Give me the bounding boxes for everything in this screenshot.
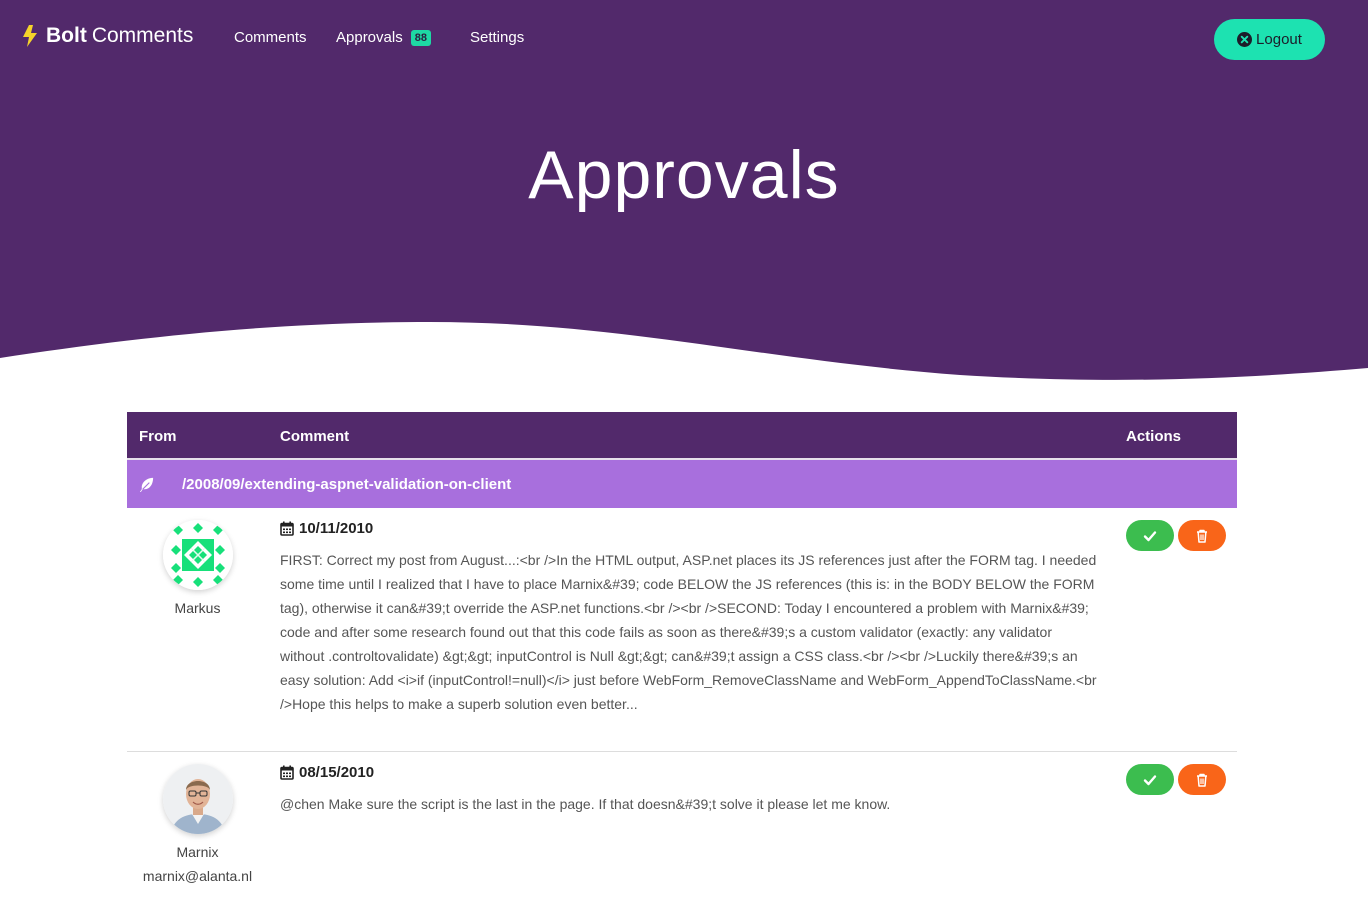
- delete-button[interactable]: [1178, 520, 1226, 551]
- bolt-icon: [23, 25, 37, 47]
- column-header-from: From: [139, 428, 177, 445]
- column-header-comment: Comment: [280, 428, 350, 445]
- trash-icon: [1197, 773, 1207, 787]
- comment-date: 08/15/2010: [280, 764, 374, 781]
- nav-comments[interactable]: Comments: [234, 29, 307, 46]
- author-name: Markus: [174, 600, 221, 616]
- table-row: Marnix marnix@alanta.nl 08/15/2010 @chen…: [127, 752, 1237, 900]
- check-icon: [1143, 530, 1157, 541]
- table-row: Markus 10/11/2010 FIRST: Correct my post…: [127, 508, 1237, 752]
- approvals-count-badge: 88: [410, 30, 431, 46]
- times-circle-icon: [1237, 32, 1253, 47]
- nav-approvals[interactable]: Approvals 88: [336, 29, 431, 47]
- calendar-icon: [280, 521, 294, 536]
- nav-approvals-label: Approvals: [336, 29, 403, 46]
- author-email: marnix@alanta.nl: [142, 868, 253, 884]
- comment-text: FIRST: Correct my post from August...:<b…: [280, 552, 1097, 712]
- approve-button[interactable]: [1126, 764, 1174, 795]
- brand-logo[interactable]: Bolt Comments: [22, 24, 193, 48]
- approve-button[interactable]: [1126, 520, 1174, 551]
- comment-date-text: 08/15/2010: [299, 764, 375, 781]
- delete-button[interactable]: [1178, 764, 1226, 795]
- comment-date: 10/11/2010: [280, 520, 373, 537]
- avatar: [163, 764, 233, 834]
- check-icon: [1143, 774, 1157, 785]
- approvals-table: From Comment Actions /2008/09/extending-…: [127, 412, 1237, 900]
- trash-icon: [1197, 529, 1207, 543]
- author-name: Marnix: [176, 844, 219, 860]
- nav-settings[interactable]: Settings: [470, 29, 524, 46]
- navbar: Bolt Comments Comments Approvals 88 Setti…: [0, 0, 1368, 78]
- logout-button[interactable]: Logout: [1214, 19, 1325, 60]
- hero: Bolt Comments Comments Approvals 88 Setti…: [0, 0, 1368, 400]
- brand-name-bold: Bolt: [46, 24, 87, 47]
- identicon-avatar: [163, 520, 233, 590]
- post-path-link[interactable]: /2008/09/extending-aspnet-validation-on-…: [182, 476, 511, 493]
- comment-date-text: 10/11/2010: [299, 520, 374, 537]
- logout-label: Logout: [1256, 31, 1302, 48]
- table-header: From Comment Actions: [127, 412, 1237, 460]
- post-group-row: /2008/09/extending-aspnet-validation-on-…: [127, 460, 1237, 508]
- feather-icon: [139, 477, 154, 493]
- column-header-actions: Actions: [1126, 428, 1182, 445]
- avatar: [163, 520, 233, 590]
- person-photo-avatar: [163, 764, 233, 834]
- page-title: Approvals: [528, 137, 840, 213]
- calendar-icon: [280, 765, 294, 780]
- brand-name-regular: Comments: [91, 24, 194, 47]
- comment-text: @chen Make sure the script is the last i…: [280, 796, 891, 812]
